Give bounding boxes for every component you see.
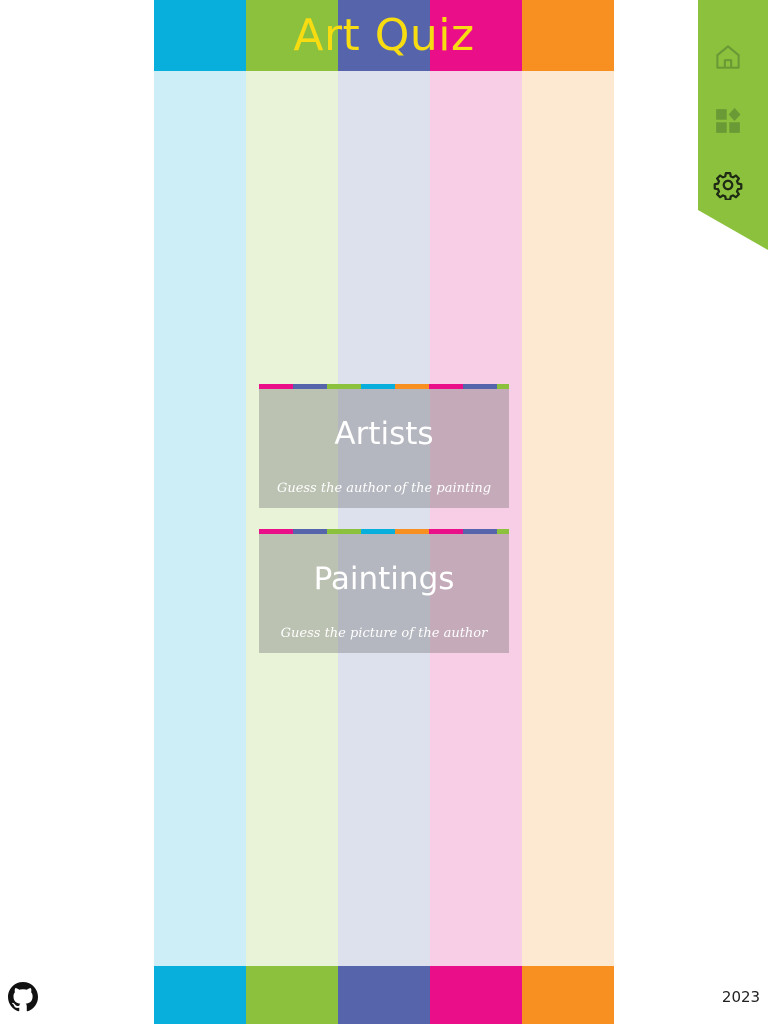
github-link[interactable] [8, 982, 38, 1012]
card-subtitle: Guess the author of the painting [276, 481, 492, 496]
stripe-bottom [430, 966, 522, 1024]
card-subtitle: Guess the picture of the author [280, 626, 488, 641]
stripe-purple [338, 0, 430, 1024]
stripe-pink [430, 0, 522, 1024]
card-color-bar [259, 529, 509, 534]
stripe-orange [522, 0, 614, 1024]
categories-button[interactable] [711, 104, 745, 138]
paintings-card[interactable]: Paintings Guess the picture of the autho… [259, 529, 509, 653]
background-stripes [154, 0, 614, 1024]
stripe-bottom [154, 966, 246, 1024]
stripe-bottom [246, 966, 338, 1024]
stripe-bottom [522, 966, 614, 1024]
categories-icon [716, 107, 741, 133]
home-icon [716, 45, 740, 69]
side-menu [698, 0, 768, 250]
home-button[interactable] [711, 40, 745, 74]
gear-icon [713, 172, 743, 200]
stripe-green [246, 0, 338, 1024]
github-icon [8, 982, 38, 1012]
artists-card[interactable]: Artists Guess the author of the painting [259, 384, 509, 508]
app-title: Art Quiz [293, 10, 475, 61]
copyright-year: 2023 [721, 988, 761, 1006]
card-title: Paintings [313, 561, 455, 597]
settings-button[interactable] [711, 168, 745, 202]
stripe-bottom [338, 966, 430, 1024]
stripe-blue [154, 0, 246, 1024]
card-title: Artists [334, 416, 434, 452]
card-color-bar [259, 384, 509, 389]
